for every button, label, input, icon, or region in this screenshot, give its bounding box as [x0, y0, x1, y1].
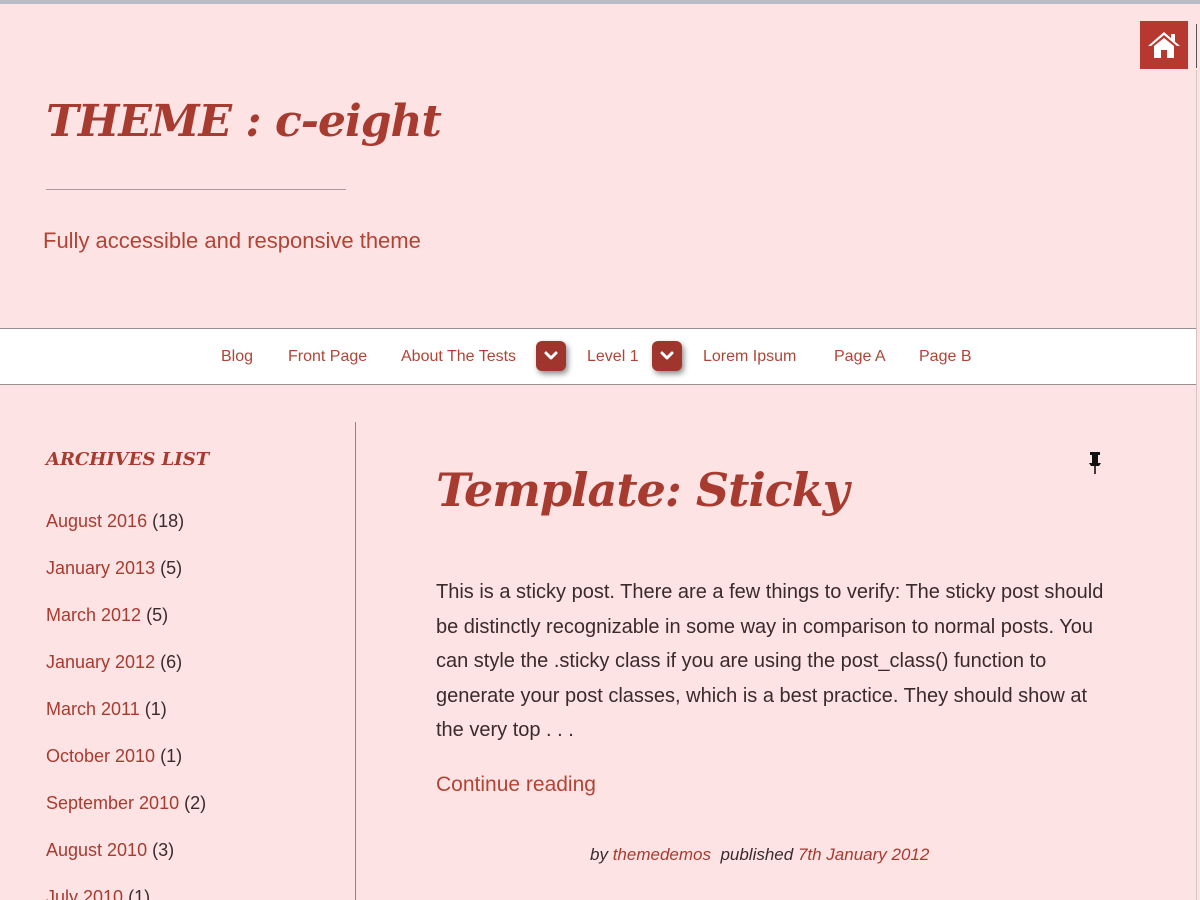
nav-item-front-page[interactable]: Front Page — [288, 348, 367, 366]
submenu-toggle-level-1[interactable] — [652, 341, 682, 371]
author-link[interactable]: themedemos — [613, 845, 711, 864]
archive-count: (5) — [146, 605, 169, 625]
archive-count: (3) — [152, 840, 175, 860]
site-tagline: Fully accessible and responsive theme — [43, 228, 421, 253]
post-title[interactable]: Template: Sticky — [436, 463, 849, 517]
post-excerpt: This is a sticky post. There are a few t… — [436, 581, 1104, 741]
nav-item-lorem-ipsum[interactable]: Lorem Ipsum — [703, 348, 796, 366]
archive-link[interactable]: September 2010 — [46, 793, 179, 813]
chevron-down-icon — [660, 351, 674, 360]
scrollbar-edge — [1196, 24, 1200, 68]
archive-link[interactable]: March 2012 — [46, 605, 141, 625]
archive-link[interactable]: January 2013 — [46, 558, 155, 578]
archive-item: July 2010 (1) — [46, 887, 206, 900]
nav-item-about-the-tests[interactable]: About The Tests — [401, 348, 516, 366]
archive-item: August 2016 (18) — [46, 511, 206, 558]
archive-item: January 2013 (5) — [46, 558, 206, 605]
submenu-toggle-about-the-tests[interactable] — [536, 341, 566, 371]
archive-link[interactable]: January 2012 — [46, 652, 155, 672]
post-date-link[interactable]: 7th January 2012 — [798, 845, 929, 864]
scrollbar-track — [1196, 70, 1197, 900]
pushpin-icon — [1089, 452, 1101, 474]
archive-link[interactable]: March 2011 — [46, 699, 140, 719]
archive-link[interactable]: July 2010 — [46, 887, 123, 900]
site-title[interactable]: THEME : c-eight — [46, 96, 442, 147]
nav-item-blog[interactable]: Blog — [221, 348, 253, 366]
title-divider — [46, 189, 346, 190]
nav-item-page-b[interactable]: Page B — [919, 348, 971, 366]
archives-widget-title: ARCHIVES LIST — [46, 449, 210, 470]
archive-count: (6) — [160, 652, 183, 672]
archive-link[interactable]: August 2016 — [46, 511, 147, 531]
archive-item: January 2012 (6) — [46, 652, 206, 699]
home-icon — [1148, 32, 1180, 58]
sidebar-divider — [355, 422, 356, 900]
archive-count: (5) — [160, 558, 183, 578]
archive-item: October 2010 (1) — [46, 746, 206, 793]
archive-item: March 2012 (5) — [46, 605, 206, 652]
meta-published-label: published — [720, 845, 794, 864]
archive-count: (2) — [184, 793, 207, 813]
archive-count: (18) — [152, 511, 185, 531]
archive-item: March 2011 (1) — [46, 699, 206, 746]
archive-link[interactable]: October 2010 — [46, 746, 155, 766]
archive-item: September 2010 (2) — [46, 793, 206, 840]
post-meta: by themedemos published 7th January 2012 — [590, 845, 929, 865]
archive-count: (1) — [128, 887, 151, 900]
main-navigation: Blog Front Page About The Tests Level 1 … — [0, 328, 1196, 385]
nav-item-level-1[interactable]: Level 1 — [587, 348, 639, 366]
browser-top-strip — [0, 0, 1200, 4]
nav-item-page-a[interactable]: Page A — [834, 348, 886, 366]
archive-count: (1) — [160, 746, 183, 766]
archives-list: August 2016 (18) January 2013 (5) March … — [46, 511, 206, 900]
archive-link[interactable]: August 2010 — [46, 840, 147, 860]
meta-by-label: by — [590, 845, 608, 864]
continue-reading-link[interactable]: Continue reading — [436, 773, 596, 797]
page: THEME : c-eight Fully accessible and res… — [0, 0, 1200, 900]
home-button[interactable] — [1140, 21, 1188, 69]
archive-item: August 2010 (3) — [46, 840, 206, 887]
archive-count: (1) — [144, 699, 167, 719]
chevron-down-icon — [544, 351, 558, 360]
